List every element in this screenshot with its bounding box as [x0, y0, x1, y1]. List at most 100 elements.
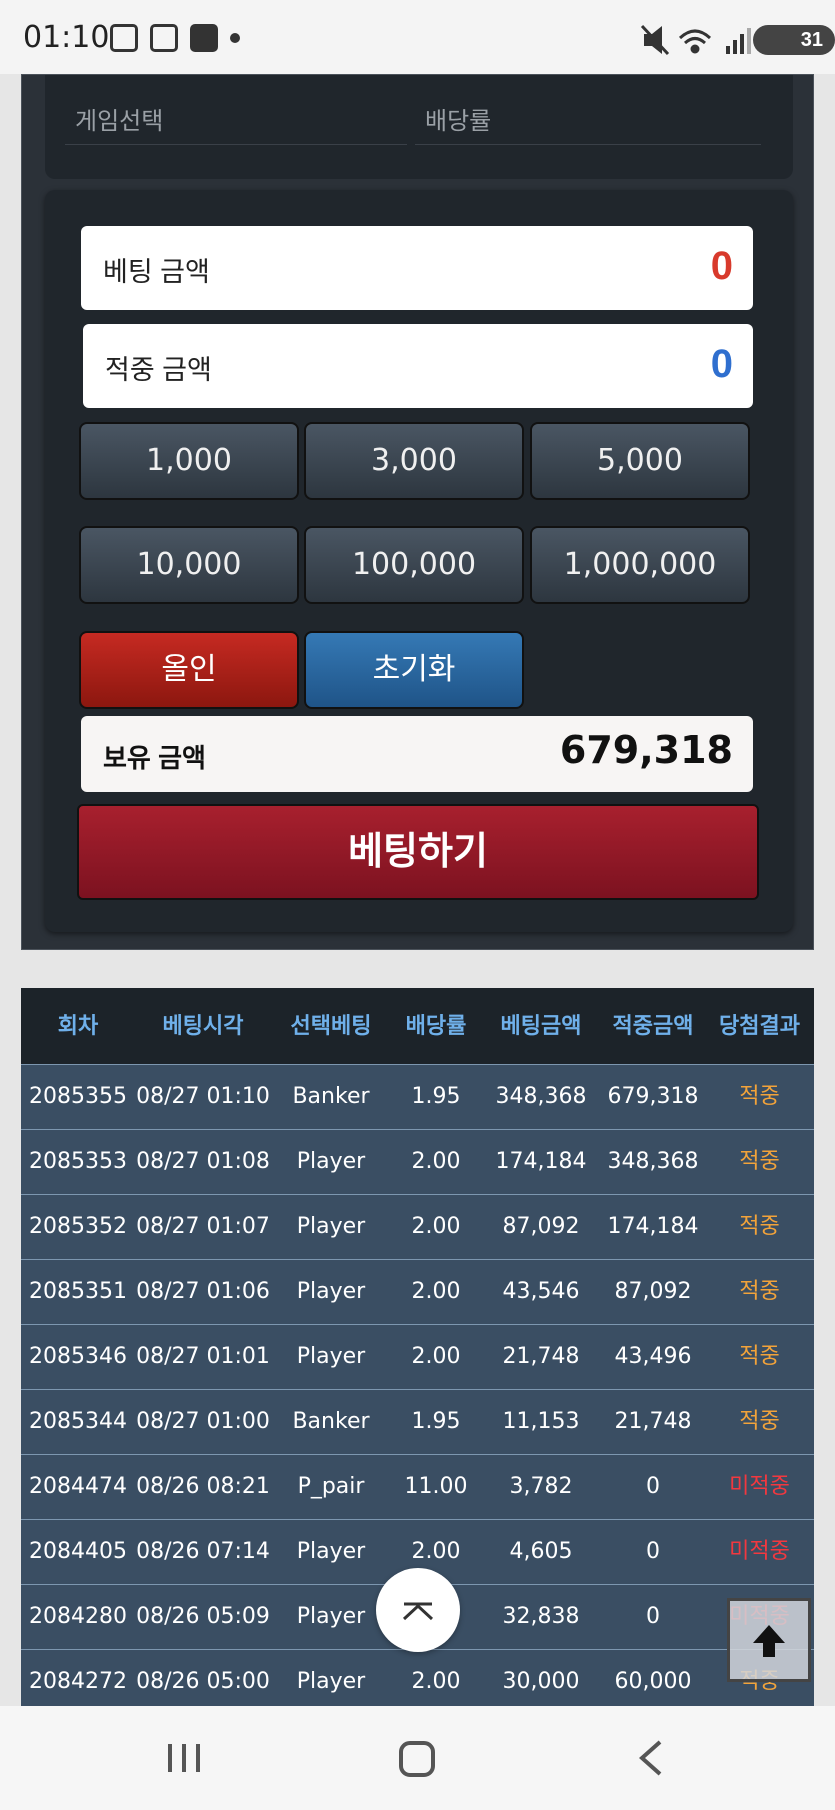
- wifi-icon: [678, 29, 712, 54]
- cell-odds: 11.00: [404, 1474, 468, 1499]
- cell-odds: 2.00: [411, 1149, 461, 1174]
- cell-selection: Player: [296, 1539, 366, 1564]
- odds-field: 배당률: [415, 93, 761, 145]
- cell-result: 적중: [739, 1279, 780, 1304]
- win-amount-value: 0: [710, 342, 733, 386]
- win-amount-label: 적중 금액: [105, 355, 212, 385]
- header-odds: 배당률: [405, 1013, 467, 1038]
- cell-bet-amount: 21,748: [502, 1344, 580, 1369]
- signal-icons: [640, 24, 751, 56]
- cell-win-amount: 0: [646, 1539, 660, 1564]
- header-bet-amount: 베팅금액: [500, 1013, 582, 1038]
- cell-bet-time: 08/27 01:07: [136, 1214, 270, 1239]
- chip-button-10000[interactable]: 10,000: [79, 526, 299, 604]
- chip-button-1000[interactable]: 1,000: [79, 422, 299, 500]
- chip-button-5000[interactable]: 5,000: [530, 422, 750, 500]
- cell-bet-time: 08/27 01:10: [136, 1084, 270, 1109]
- cell-round: 2084474: [29, 1474, 127, 1499]
- cell-win-amount: 21,748: [614, 1409, 692, 1434]
- cell-bet-amount: 87,092: [502, 1214, 580, 1239]
- cell-odds: 1.95: [411, 1409, 461, 1434]
- status-bar: 01:10 31: [0, 0, 835, 74]
- cell-result: 적중: [739, 1149, 780, 1174]
- table-row: 2085352 08/27 01:07 Player 2.00 87,092 174,18…: [21, 1194, 814, 1259]
- scroll-up-button[interactable]: [376, 1568, 460, 1652]
- table-row: 2085346 08/27 01:01 Player 2.00 21,748 43,496…: [21, 1324, 814, 1389]
- cell-bet-amount: 30,000: [502, 1669, 580, 1694]
- cell-win-amount: 679,318: [607, 1084, 699, 1109]
- cell-round: 2085352: [29, 1214, 127, 1239]
- table-row: 2084272 08/26 05:00 Player 2.00 30,000 60,000…: [21, 1649, 814, 1706]
- table-row: 2085351 08/27 01:06 Player 2.00 43,546 87,092…: [21, 1259, 814, 1324]
- cell-round: 2085346: [29, 1344, 127, 1369]
- cell-round: 2085353: [29, 1149, 127, 1174]
- cell-bet-amount: 174,184: [495, 1149, 587, 1174]
- game-select-field[interactable]: 게임선택: [65, 93, 407, 145]
- cell-selection: Player: [296, 1669, 366, 1694]
- table-row: 2085344 08/27 01:00 Banker 1.95 11,153 21,748…: [21, 1389, 814, 1454]
- table-row: 2084474 08/26 08:21 P_pair 11.00 3,782 0 미적중: [21, 1454, 814, 1519]
- recent-apps-icon[interactable]: [166, 1740, 202, 1776]
- cell-bet-time: 08/27 01:00: [136, 1409, 270, 1434]
- reset-button[interactable]: 초기화: [304, 631, 524, 709]
- cell-odds: 2.00: [411, 1214, 461, 1239]
- go-to-top-button[interactable]: [727, 1598, 811, 1682]
- app-icon: [190, 24, 218, 52]
- cell-selection: Banker: [292, 1409, 370, 1434]
- chip-button-100000[interactable]: 100,000: [304, 526, 524, 604]
- calendar-icon: [150, 24, 178, 52]
- header-result: 당첨결과: [719, 1013, 800, 1038]
- win-amount-box: 적중 금액 0: [83, 324, 753, 408]
- cell-selection: P_pair: [297, 1474, 365, 1499]
- status-notification-icons: [110, 24, 240, 52]
- battery-indicator: 31: [753, 25, 835, 55]
- cell-win-amount: 174,184: [607, 1214, 699, 1239]
- cell-odds: 2.00: [411, 1669, 461, 1694]
- cell-selection: Player: [296, 1214, 366, 1239]
- chip-button-3000[interactable]: 3,000: [304, 422, 524, 500]
- cell-bet-amount: 4,605: [509, 1539, 573, 1564]
- screenshot-icon: [110, 24, 138, 52]
- game-info-card: 게임선택 배당률: [45, 75, 793, 179]
- holding-amount-label: 보유 금액: [103, 743, 206, 773]
- chevron-up-icon: [402, 1602, 434, 1621]
- cell-odds: 2.00: [411, 1279, 461, 1304]
- cell-round: 2084272: [29, 1669, 127, 1694]
- cell-round: 2085355: [29, 1084, 127, 1109]
- bet-card: 베팅 금액 0 적중 금액 0 1,000 3,000 5,000 10,000…: [45, 190, 793, 932]
- cell-round: 2085344: [29, 1409, 127, 1434]
- cell-bet-time: 08/26 05:09: [136, 1604, 270, 1629]
- cell-bet-amount: 348,368: [495, 1084, 587, 1109]
- cell-bet-time: 08/26 08:21: [136, 1474, 270, 1499]
- cell-signal-icon: [726, 28, 751, 54]
- cell-win-amount: 43,496: [614, 1344, 692, 1369]
- cell-bet-amount: 43,546: [502, 1279, 580, 1304]
- home-icon[interactable]: [398, 1740, 436, 1778]
- cell-selection: Banker: [292, 1084, 370, 1109]
- cell-result: 적중: [739, 1409, 780, 1434]
- place-bet-button[interactable]: 베팅하기: [77, 804, 759, 900]
- chip-button-1000000[interactable]: 1,000,000: [530, 526, 750, 604]
- bet-amount-box: 베팅 금액 0: [81, 226, 753, 310]
- cell-result: 적중: [739, 1214, 780, 1239]
- cell-odds: 2.00: [411, 1344, 461, 1369]
- cell-bet-amount: 3,782: [509, 1474, 573, 1499]
- back-icon[interactable]: [636, 1738, 666, 1778]
- cell-selection: Player: [296, 1149, 366, 1174]
- all-in-button[interactable]: 올인: [79, 631, 299, 709]
- cell-win-amount: 348,368: [607, 1149, 699, 1174]
- cell-result: 미적중: [729, 1539, 790, 1564]
- cell-result: 적중: [739, 1084, 780, 1109]
- system-nav-bar: [0, 1706, 835, 1810]
- cell-bet-time: 08/26 07:14: [136, 1539, 270, 1564]
- cell-odds: 1.95: [411, 1084, 461, 1109]
- cell-round: 2084405: [29, 1539, 127, 1564]
- table-row: 2085353 08/27 01:08 Player 2.00 174,184 348,3…: [21, 1129, 814, 1194]
- cell-bet-time: 08/27 01:01: [136, 1344, 270, 1369]
- cell-bet-time: 08/27 01:08: [136, 1149, 270, 1174]
- cell-selection: Player: [296, 1604, 366, 1629]
- table-row: 2085355 08/27 01:10 Banker 1.95 348,368 679,3…: [21, 1064, 814, 1129]
- cell-selection: Player: [296, 1344, 366, 1369]
- betting-section: 게임선택 배당률 베팅 금액 0 적중 금액 0 1,000 3,000 5,0…: [21, 74, 814, 950]
- cell-round: 2084280: [29, 1604, 127, 1629]
